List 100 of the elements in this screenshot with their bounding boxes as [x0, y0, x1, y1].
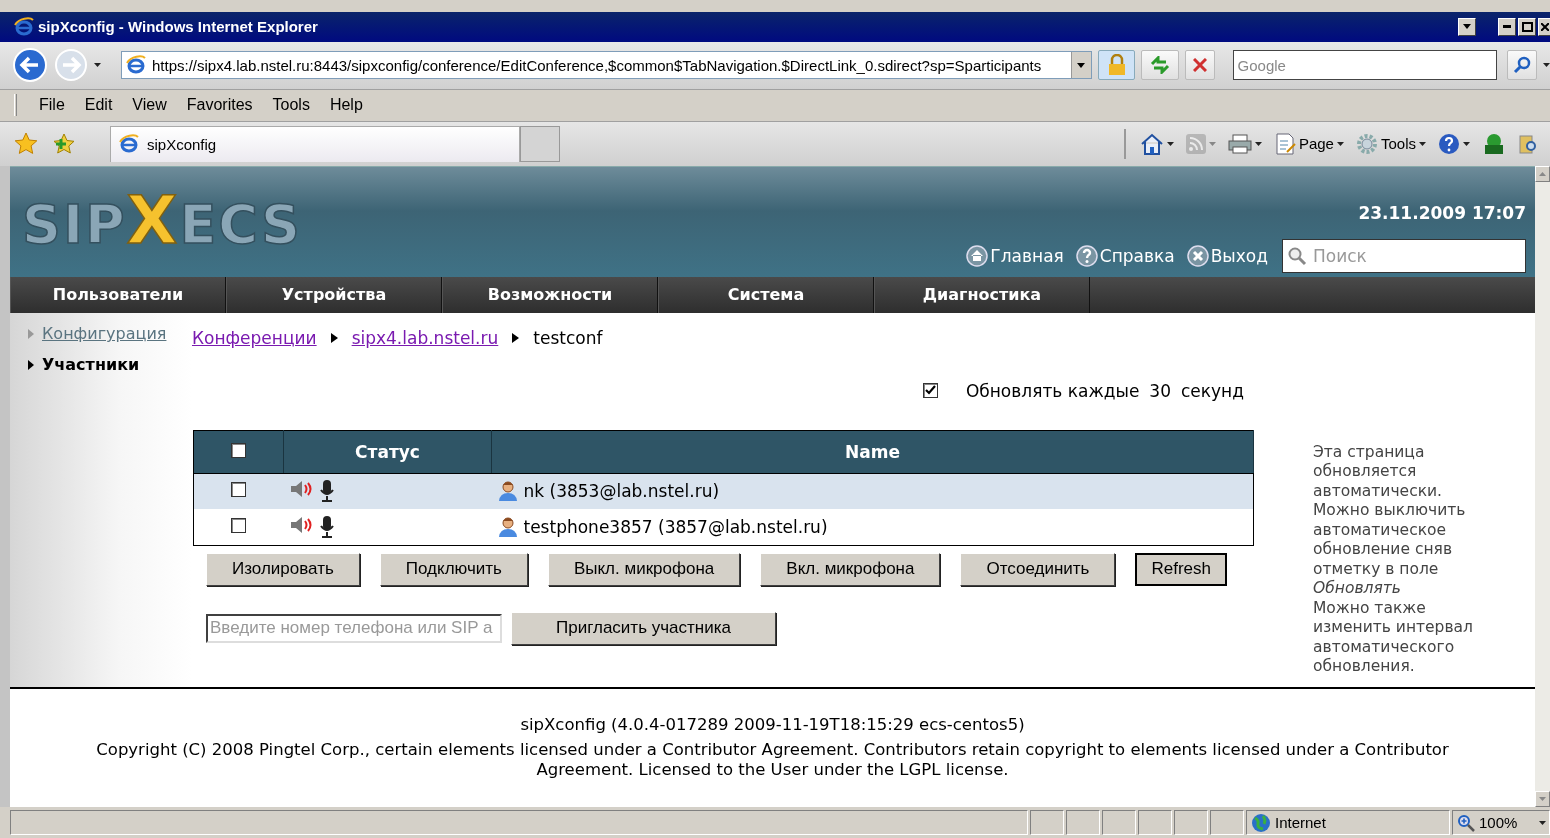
status-panel — [1030, 810, 1064, 836]
phone-field[interactable]: Введите номер телефона или SIP а — [206, 613, 502, 643]
select-all-checkbox[interactable] — [231, 442, 246, 458]
caret-icon[interactable] — [1539, 820, 1547, 825]
print-button[interactable] — [1227, 133, 1262, 154]
column-header: Name — [491, 430, 1254, 474]
search-field[interactable]: Google — [1232, 50, 1498, 81]
address-field[interactable]: https://sipx4.lab.nstel.ru:8443/sipxconfig/conference/EditConference,$common$TabNavigation.$DirectLink_0.sdirect?sp=Sparticipants — [121, 51, 1092, 80]
menu-item[interactable]: Tools — [264, 94, 318, 117]
breadcrumb-arrow-icon — [512, 332, 520, 343]
nav-tab[interactable]: Диагностика — [874, 276, 1090, 313]
dropdown-button[interactable] — [1458, 17, 1476, 36]
help-icon — [1075, 244, 1098, 267]
search-field[interactable]: Поиск — [1282, 238, 1526, 273]
nav-tab[interactable]: Устройства — [226, 276, 442, 313]
invite-button[interactable]: Пригласить участника — [511, 611, 776, 645]
refresh-label: Обновлять каждые — [965, 380, 1140, 401]
row-checkbox[interactable] — [231, 517, 247, 533]
action-button[interactable]: Выкл. микрофона — [547, 552, 741, 586]
close-button[interactable] — [1538, 17, 1550, 36]
tools-menu-button[interactable]: Tools — [1355, 132, 1426, 155]
header-link[interactable]: Выход — [1186, 244, 1268, 267]
sidebar-item[interactable]: Участники — [42, 355, 140, 375]
favorites-star-icon[interactable] — [14, 131, 38, 156]
triangle-icon — [28, 359, 34, 370]
speaker-icon — [289, 515, 314, 534]
breadcrumb-arrow-icon — [330, 332, 338, 343]
house-icon — [1139, 132, 1164, 155]
search-button[interactable] — [1507, 50, 1537, 81]
refresh-button[interactable] — [1141, 50, 1179, 81]
search-caret-icon[interactable] — [1543, 63, 1550, 68]
status-panel — [1210, 810, 1244, 836]
auto-refresh-checkbox[interactable] — [922, 383, 938, 399]
action-button[interactable]: Refresh — [1135, 552, 1227, 586]
maximize-button[interactable] — [1518, 17, 1536, 36]
down-arrow-icon — [1539, 797, 1546, 802]
caret-icon[interactable] — [1254, 141, 1262, 146]
participant-name: nk (3853@lab.nstel.ru) — [523, 481, 720, 502]
browser-tab[interactable]: sipXconfig — [110, 125, 520, 162]
header-link[interactable]: Главная — [966, 244, 1064, 267]
sidebar-link[interactable]: Конфигурация — [42, 324, 167, 344]
caret-icon[interactable] — [1419, 141, 1426, 146]
menu-item[interactable]: View — [124, 94, 175, 117]
refresh-unit: секунд — [1181, 380, 1244, 401]
menu-item[interactable]: Favorites — [178, 94, 261, 117]
history-caret-icon[interactable] — [94, 63, 101, 68]
minimize-button[interactable] — [1498, 17, 1516, 36]
status-panel — [1138, 810, 1172, 836]
caret-icon[interactable] — [1336, 141, 1344, 146]
help-text: Эта страница обновляется автоматически. Можно выключить автоматическое обновление сняв отметку в поле Обновлять Можно также изменить интервал автоматического обновления. — [1313, 442, 1474, 678]
help-button[interactable] — [1438, 132, 1470, 155]
header-link[interactable]: Справка — [1075, 244, 1175, 267]
close-icon — [1540, 22, 1549, 31]
caret-icon — [1077, 62, 1086, 68]
caret-icon[interactable] — [1166, 141, 1174, 146]
nav-tab[interactable]: Система — [658, 276, 874, 313]
back-icon[interactable] — [12, 47, 48, 84]
gear-icon — [1355, 132, 1378, 155]
home-icon — [966, 244, 989, 267]
scroll-down-button[interactable] — [1535, 791, 1550, 808]
address-dropdown-button[interactable] — [1070, 52, 1091, 79]
minimize-icon — [1503, 25, 1511, 29]
breadcrumb-link[interactable]: sipx4.lab.nstel.ru — [351, 327, 499, 348]
stop-button[interactable] — [1184, 50, 1215, 81]
stop-icon — [1192, 58, 1207, 73]
printer-icon — [1227, 133, 1252, 154]
person-icon — [497, 516, 518, 537]
globe-icon — [1251, 812, 1271, 833]
add-favorite-icon[interactable] — [52, 131, 76, 156]
window-title: sipXconfig - Windows Internet Explorer — [38, 18, 319, 36]
home-button[interactable] — [1139, 132, 1174, 155]
action-button[interactable]: Подключить — [379, 552, 528, 586]
breadcrumb-current: testconf — [533, 327, 603, 348]
menu-item[interactable]: Edit — [76, 94, 121, 117]
search-icon — [1513, 56, 1532, 75]
refresh-icon — [1150, 56, 1171, 75]
row-checkbox[interactable] — [231, 482, 247, 498]
nav-tab[interactable]: Пользователи — [10, 276, 226, 313]
refresh-interval: 30 — [1149, 380, 1171, 401]
lock-button[interactable] — [1097, 50, 1136, 81]
version-text: sipXconfig (4.0.4-017289 2009-11-19T18:15:29 ecs-centos5) — [519, 714, 1026, 734]
research-icon — [1518, 132, 1538, 155]
person-icon — [497, 481, 518, 502]
menu-item[interactable]: Help — [321, 94, 371, 117]
action-button[interactable]: Изолировать — [206, 552, 360, 586]
action-button[interactable]: Отсоединить — [960, 552, 1116, 586]
status-panel — [1174, 810, 1208, 836]
nav-tab[interactable]: Возможности — [442, 276, 658, 313]
research-button[interactable] — [1518, 132, 1538, 155]
action-button[interactable]: Вкл. микрофона — [760, 552, 941, 586]
search-icon — [1287, 245, 1307, 266]
caret-icon — [1463, 24, 1471, 30]
breadcrumb-link[interactable]: Конференции — [192, 327, 317, 348]
caret-icon[interactable] — [1463, 141, 1470, 146]
browser-icon — [14, 16, 34, 37]
status-panel — [1102, 810, 1136, 836]
menu-item[interactable]: File — [31, 94, 73, 117]
participant-name: testphone3857 (3857@lab.nstel.ru) — [523, 516, 828, 537]
zoom-button[interactable]: 100% — [1452, 810, 1550, 836]
page-menu-button[interactable]: Page — [1273, 132, 1344, 155]
